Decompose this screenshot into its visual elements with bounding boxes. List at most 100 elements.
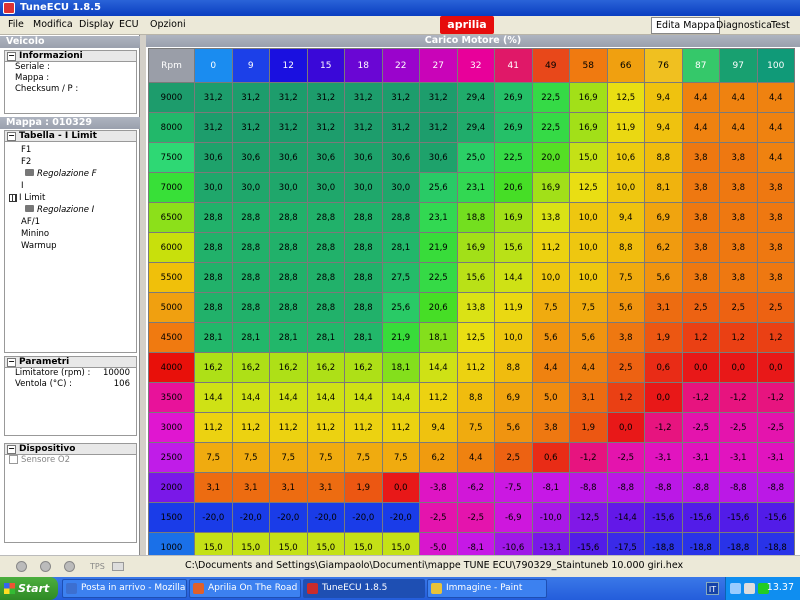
map-cell[interactable]: -7,5 — [494, 472, 533, 503]
map-cell[interactable]: 28,8 — [306, 292, 345, 323]
map-cell[interactable]: 12,5 — [569, 172, 608, 203]
task-mozilla[interactable]: Posta in arrivo - Mozilla T... — [62, 579, 187, 598]
map-cell[interactable]: -2,5 — [719, 412, 758, 443]
map-cell[interactable]: 22,5 — [494, 142, 533, 173]
map-cell[interactable]: 10,0 — [569, 202, 608, 233]
rpm-row-header[interactable]: 9000 — [148, 82, 195, 113]
map-cell[interactable]: 0,0 — [381, 472, 420, 503]
map-cell[interactable]: -8,8 — [644, 472, 683, 503]
map-cell[interactable]: -3,1 — [719, 442, 758, 473]
load-column-header[interactable]: 0 — [194, 48, 233, 83]
map-cell[interactable]: 16,9 — [569, 112, 608, 143]
menu-ecu[interactable]: ECU — [119, 19, 139, 30]
map-cell[interactable]: 1,9 — [644, 322, 683, 353]
map-cell[interactable]: 6,2 — [644, 232, 683, 263]
map-cell[interactable]: 3,1 — [644, 292, 683, 323]
map-cell[interactable]: 4,4 — [681, 82, 720, 113]
load-column-header[interactable]: 87 — [681, 48, 720, 83]
map-cell[interactable]: 31,2 — [306, 82, 345, 113]
map-cell[interactable]: 16,2 — [344, 352, 383, 383]
load-column-header[interactable]: 100 — [756, 48, 795, 83]
rpm-row-header[interactable]: 7000 — [148, 172, 195, 203]
map-cell[interactable]: 7,5 — [606, 262, 645, 293]
map-cell[interactable]: -2,5 — [681, 412, 720, 443]
map-cell[interactable]: 6,2 — [419, 442, 458, 473]
map-cell[interactable]: 3,8 — [719, 142, 758, 173]
map-cell[interactable]: 3,8 — [681, 172, 720, 203]
map-cell[interactable]: 16,9 — [456, 232, 495, 263]
map-cell[interactable]: 16,2 — [306, 352, 345, 383]
rpm-row-header[interactable]: 6000 — [148, 232, 195, 263]
map-cell[interactable]: 31,2 — [231, 112, 270, 143]
map-cell[interactable]: 2,5 — [606, 352, 645, 383]
map-cell[interactable]: 3,1 — [194, 472, 233, 503]
map-cell[interactable]: 14,4 — [344, 382, 383, 413]
map-cell[interactable]: 18,1 — [419, 322, 458, 353]
map-cell[interactable]: 3,1 — [231, 472, 270, 503]
tree-item-f1[interactable]: F1 — [21, 145, 31, 156]
map-cell[interactable]: 23,1 — [419, 202, 458, 233]
map-cell[interactable]: 28,1 — [344, 322, 383, 353]
map-cell[interactable]: 3,1 — [269, 472, 308, 503]
menu-modifica[interactable]: Modifica — [33, 19, 73, 30]
map-cell[interactable]: 30,6 — [269, 142, 308, 173]
map-cell[interactable]: 28,8 — [269, 262, 308, 293]
map-cell[interactable]: 2,5 — [494, 442, 533, 473]
map-cell[interactable]: 28,8 — [306, 202, 345, 233]
map-cell[interactable]: 31,2 — [269, 82, 308, 113]
map-cell[interactable]: 7,5 — [344, 442, 383, 473]
map-cell[interactable]: 4,4 — [569, 352, 608, 383]
task-aprilia[interactable]: Aprilia On The Road • Le... — [189, 579, 301, 598]
map-cell[interactable]: 14,4 — [231, 382, 270, 413]
map-cell[interactable]: 29,4 — [456, 82, 495, 113]
map-cell[interactable]: -1,2 — [681, 382, 720, 413]
map-cell[interactable]: 7,5 — [306, 442, 345, 473]
task-tuneecu[interactable]: TuneECU 1.8.5 — [303, 579, 425, 598]
map-cell[interactable]: 13,8 — [456, 292, 495, 323]
start-button[interactable]: Start — [0, 577, 58, 600]
map-cell[interactable]: 28,1 — [269, 322, 308, 353]
language-indicator[interactable]: IT — [706, 582, 719, 595]
map-cell[interactable]: 15,0 — [569, 142, 608, 173]
map-cell[interactable]: 9,4 — [606, 202, 645, 233]
map-cell[interactable]: 2,5 — [681, 292, 720, 323]
map-cell[interactable]: 29,4 — [456, 112, 495, 143]
map-cell[interactable]: 11,2 — [231, 412, 270, 443]
menu-opzioni[interactable]: Opzioni — [150, 19, 186, 30]
tab-test[interactable]: Test — [766, 17, 795, 34]
map-cell[interactable]: 4,4 — [756, 82, 795, 113]
map-cell[interactable]: 3,8 — [606, 322, 645, 353]
map-cell[interactable]: 5,6 — [531, 322, 570, 353]
map-cell[interactable]: 31,2 — [419, 82, 458, 113]
rpm-row-header[interactable]: 3500 — [148, 382, 195, 413]
rpm-row-header[interactable]: 4000 — [148, 352, 195, 383]
map-cell[interactable]: 14,4 — [306, 382, 345, 413]
map-cell[interactable]: -15,6 — [756, 502, 795, 533]
map-cell[interactable]: 22,5 — [531, 112, 570, 143]
map-cell[interactable]: 8,8 — [494, 352, 533, 383]
map-cell[interactable]: -15,6 — [681, 502, 720, 533]
map-cell[interactable]: 28,8 — [344, 262, 383, 293]
rpm-row-header[interactable]: 5500 — [148, 262, 195, 293]
map-cell[interactable]: 2,5 — [756, 292, 795, 323]
map-cell[interactable]: -8,8 — [719, 472, 758, 503]
map-cell[interactable]: 30,6 — [194, 142, 233, 173]
map-cell[interactable]: 3,8 — [756, 202, 795, 233]
tree-item-af1[interactable]: AF/1 — [21, 217, 40, 228]
map-cell[interactable]: 3,8 — [681, 262, 720, 293]
map-cell[interactable]: 3,1 — [569, 382, 608, 413]
map-cell[interactable]: 11,9 — [494, 292, 533, 323]
map-cell[interactable]: -3,1 — [756, 442, 795, 473]
map-cell[interactable]: 21,9 — [381, 322, 420, 353]
map-cell[interactable]: 5,6 — [494, 412, 533, 443]
map-cell[interactable]: 4,4 — [531, 352, 570, 383]
map-cell[interactable]: 3,8 — [681, 232, 720, 263]
map-cell[interactable]: -8,8 — [681, 472, 720, 503]
collapse-icon[interactable]: − — [7, 52, 16, 61]
map-cell[interactable]: 22,5 — [531, 82, 570, 113]
load-column-header[interactable]: 9 — [231, 48, 270, 83]
map-cell[interactable]: 30,0 — [269, 172, 308, 203]
rpm-row-header[interactable]: 5000 — [148, 292, 195, 323]
map-cell[interactable]: 28,8 — [194, 232, 233, 263]
map-cell[interactable]: 10,6 — [606, 142, 645, 173]
